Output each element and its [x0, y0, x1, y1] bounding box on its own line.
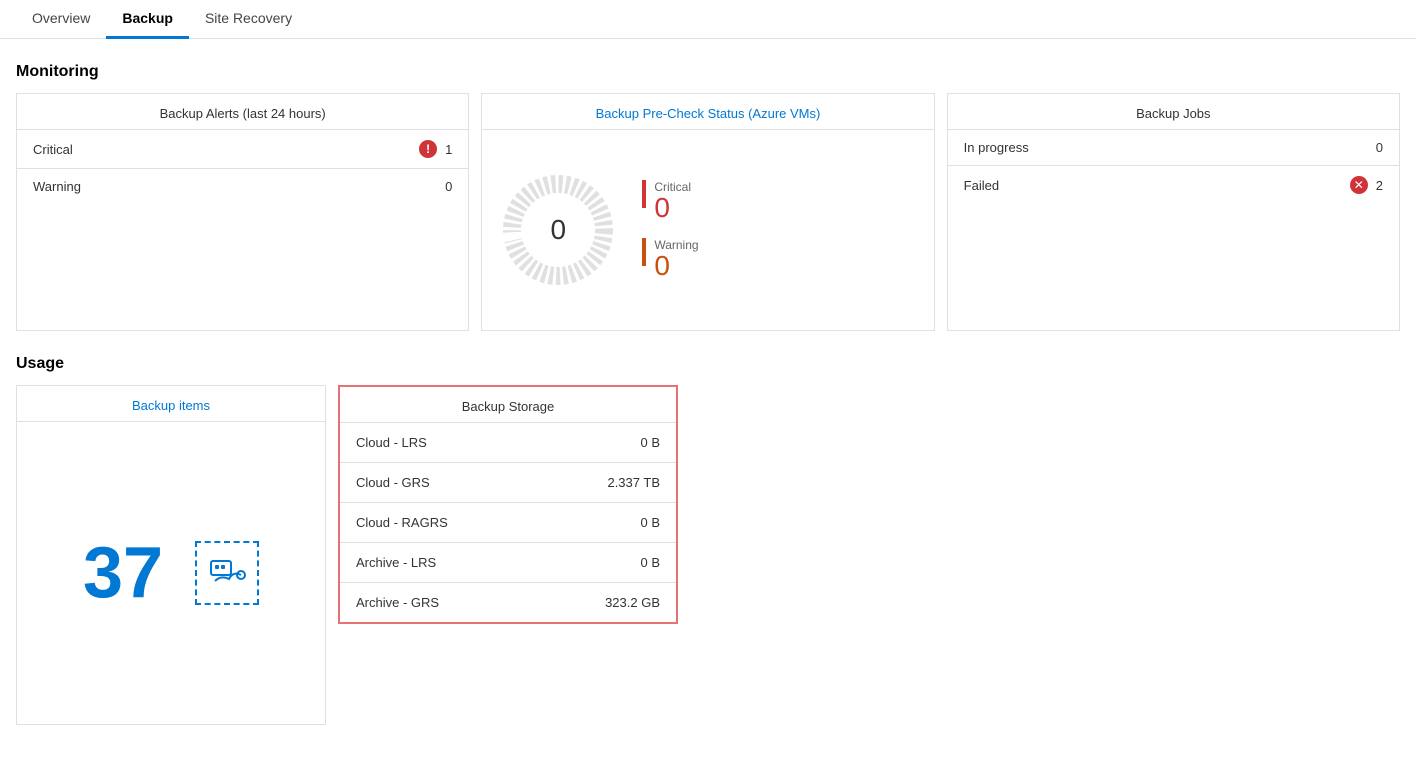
- failed-icon: ✕: [1350, 176, 1368, 194]
- jobs-count-inprogress: 0: [1376, 140, 1383, 155]
- warning-bar: [642, 238, 646, 266]
- tab-overview[interactable]: Overview: [16, 0, 106, 39]
- donut-chart: 0: [498, 170, 618, 290]
- alerts-count-critical: 1: [445, 142, 452, 157]
- precheck-card: Backup Pre-Check Status (Azure VMs) 0 Cr…: [481, 93, 934, 331]
- storage-label-archive-grs: Archive - GRS: [356, 595, 439, 610]
- backup-items-body: 37: [17, 422, 325, 724]
- backup-storage-card: Backup Storage Cloud - LRS 0 B Cloud - G…: [338, 385, 678, 624]
- jobs-count-failed: 2: [1376, 178, 1383, 193]
- usage-heading: Usage: [16, 355, 1400, 373]
- backup-items-title[interactable]: Backup items: [17, 386, 325, 422]
- usage-row: Backup items 37 Backup Storage Cloud - L…: [16, 385, 1400, 725]
- storage-row-cloud-grs: Cloud - GRS 2.337 TB: [340, 463, 676, 503]
- backup-storage-title: Backup Storage: [340, 387, 676, 423]
- legend-item-warning: Warning 0: [642, 238, 698, 280]
- jobs-label-inprogress: In progress: [964, 140, 1029, 155]
- storage-table: Cloud - LRS 0 B Cloud - GRS 2.337 TB Clo…: [340, 423, 676, 622]
- storage-label-cloud-grs: Cloud - GRS: [356, 475, 430, 490]
- tab-site-recovery[interactable]: Site Recovery: [189, 0, 308, 39]
- alerts-card-title: Backup Alerts (last 24 hours): [17, 94, 468, 130]
- precheck-card-body: 0 Critical 0 Warnin: [482, 130, 933, 330]
- vm-icon-svg: [207, 555, 247, 591]
- storage-row-archive-lrs: Archive - LRS 0 B: [340, 543, 676, 583]
- backup-alerts-card: Backup Alerts (last 24 hours) Critical !…: [16, 93, 469, 331]
- precheck-card-title[interactable]: Backup Pre-Check Status (Azure VMs): [482, 94, 933, 130]
- monitoring-row: Backup Alerts (last 24 hours) Critical !…: [16, 93, 1400, 331]
- storage-value-cloud-grs: 2.337 TB: [607, 475, 660, 490]
- jobs-row-inprogress: In progress 0: [948, 130, 1399, 166]
- alerts-row-critical: Critical ! 1: [17, 130, 468, 169]
- alerts-count-warning: 0: [445, 179, 452, 194]
- backup-items-card: Backup items 37: [16, 385, 326, 725]
- jobs-card-title: Backup Jobs: [948, 94, 1399, 130]
- backup-items-icon: [195, 541, 259, 605]
- legend-value-critical: 0: [654, 194, 691, 222]
- jobs-label-failed: Failed: [964, 178, 999, 193]
- legend-value-warning: 0: [654, 252, 698, 280]
- backup-items-count: 37: [83, 537, 163, 609]
- storage-row-cloud-lrs: Cloud - LRS 0 B: [340, 423, 676, 463]
- monitoring-heading: Monitoring: [16, 63, 1400, 81]
- jobs-row-failed: Failed ✕ 2: [948, 166, 1399, 204]
- storage-value-cloud-ragrs: 0 B: [640, 515, 660, 530]
- storage-value-archive-lrs: 0 B: [640, 555, 660, 570]
- storage-label-archive-lrs: Archive - LRS: [356, 555, 436, 570]
- legend-item-critical: Critical 0: [642, 180, 698, 222]
- critical-bar: [642, 180, 646, 208]
- donut-center-value: 0: [551, 214, 567, 246]
- jobs-table: In progress 0 Failed ✕ 2: [948, 130, 1399, 204]
- storage-row-archive-grs: Archive - GRS 323.2 GB: [340, 583, 676, 622]
- alerts-row-warning: Warning 0: [17, 169, 468, 204]
- nav-tabs: Overview Backup Site Recovery: [0, 0, 1416, 39]
- critical-alert-icon: !: [419, 140, 437, 158]
- backup-jobs-card: Backup Jobs In progress 0 Failed ✕ 2: [947, 93, 1400, 331]
- tab-backup[interactable]: Backup: [106, 0, 189, 39]
- storage-label-cloud-lrs: Cloud - LRS: [356, 435, 427, 450]
- alerts-label-critical: Critical: [33, 142, 73, 157]
- storage-value-cloud-lrs: 0 B: [640, 435, 660, 450]
- storage-label-cloud-ragrs: Cloud - RAGRS: [356, 515, 448, 530]
- storage-row-cloud-ragrs: Cloud - RAGRS 0 B: [340, 503, 676, 543]
- storage-value-archive-grs: 323.2 GB: [605, 595, 660, 610]
- alerts-label-warning: Warning: [33, 179, 81, 194]
- alerts-table: Critical ! 1 Warning 0: [17, 130, 468, 204]
- precheck-legend: Critical 0 Warning 0: [642, 180, 698, 280]
